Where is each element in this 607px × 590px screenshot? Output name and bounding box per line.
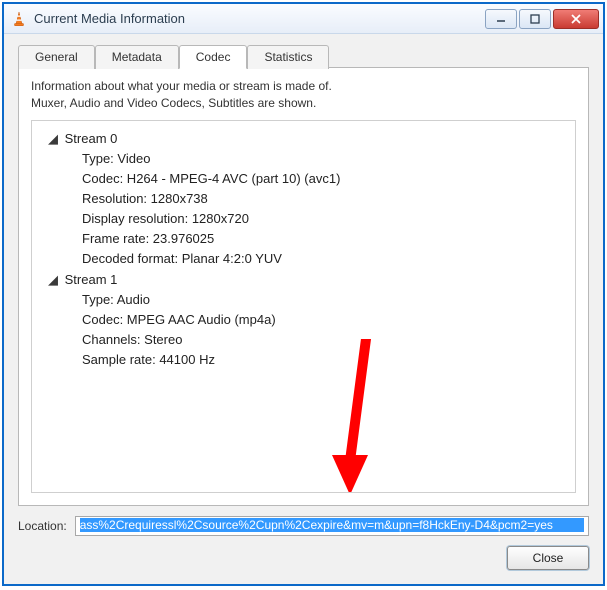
dialog-button-row: Close	[18, 546, 589, 570]
window-title: Current Media Information	[34, 11, 485, 26]
codec-row[interactable]: Frame rate: 23.976025	[82, 229, 565, 249]
codec-row[interactable]: Type: Audio	[82, 290, 565, 310]
location-value: ass%2Crequiressl%2Csource%2Cupn%2Cexpire…	[80, 518, 584, 532]
close-button[interactable]: Close	[507, 546, 589, 570]
tab-label: Codec	[196, 50, 231, 64]
codec-row[interactable]: Codec: H264 - MPEG-4 AVC (part 10) (avc1…	[82, 169, 565, 189]
codec-row[interactable]: Channels: Stereo	[82, 330, 565, 350]
media-information-window: Current Media Information General Metada…	[4, 4, 603, 584]
stream-children: Type: Audio Codec: MPEG AAC Audio (mp4a)…	[48, 290, 565, 371]
tab-label: General	[35, 50, 78, 64]
codec-tree[interactable]: ◢ Stream 0 Type: Video Codec: H264 - MPE…	[31, 120, 576, 493]
close-window-button[interactable]	[553, 9, 599, 29]
codec-info-text: Information about what your media or str…	[31, 78, 576, 112]
close-button-label: Close	[533, 551, 564, 565]
vlc-cone-icon	[10, 10, 28, 28]
titlebar[interactable]: Current Media Information	[4, 4, 603, 34]
codec-row[interactable]: Display resolution: 1280x720	[82, 209, 565, 229]
codec-tabpage: Information about what your media or str…	[18, 67, 589, 506]
location-input[interactable]: ass%2Crequiressl%2Csource%2Cupn%2Cexpire…	[75, 516, 589, 536]
tab-label: Metadata	[112, 50, 162, 64]
tab-label: Statistics	[264, 50, 312, 64]
tab-metadata[interactable]: Metadata	[95, 45, 179, 69]
stream-children: Type: Video Codec: H264 - MPEG-4 AVC (pa…	[48, 149, 565, 270]
maximize-button[interactable]	[519, 9, 551, 29]
stream-node[interactable]: ◢ Stream 0	[48, 129, 565, 149]
client-area: General Metadata Codec Statistics Inform…	[4, 34, 603, 584]
stream-title: Stream 0	[65, 131, 118, 146]
location-label: Location:	[18, 519, 67, 533]
codec-row[interactable]: Resolution: 1280x738	[82, 189, 565, 209]
info-line-2: Muxer, Audio and Video Codecs, Subtitles…	[31, 96, 316, 110]
expander-icon[interactable]: ◢	[48, 129, 59, 149]
codec-row[interactable]: Decoded format: Planar 4:2:0 YUV	[82, 249, 565, 269]
tab-general[interactable]: General	[18, 45, 95, 69]
tab-codec[interactable]: Codec	[179, 45, 248, 69]
info-line-1: Information about what your media or str…	[31, 79, 332, 93]
codec-row[interactable]: Codec: MPEG AAC Audio (mp4a)	[82, 310, 565, 330]
stream-title: Stream 1	[65, 272, 118, 287]
tab-statistics[interactable]: Statistics	[247, 45, 329, 69]
codec-row[interactable]: Sample rate: 44100 Hz	[82, 350, 565, 370]
window-controls	[485, 9, 603, 29]
location-row: Location: ass%2Crequiressl%2Csource%2Cup…	[18, 516, 589, 536]
stream-node[interactable]: ◢ Stream 1	[48, 270, 565, 290]
codec-row[interactable]: Type: Video	[82, 149, 565, 169]
minimize-button[interactable]	[485, 9, 517, 29]
expander-icon[interactable]: ◢	[48, 270, 59, 290]
tabstrip: General Metadata Codec Statistics	[18, 44, 589, 68]
